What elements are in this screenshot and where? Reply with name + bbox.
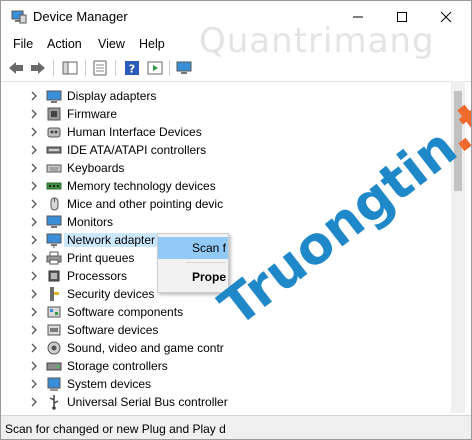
console-tree-icon xyxy=(62,61,78,75)
hid-icon xyxy=(47,127,61,138)
chevron-right-icon[interactable] xyxy=(29,216,39,228)
forward-button[interactable] xyxy=(29,59,47,77)
chevron-right-icon[interactable] xyxy=(29,306,39,318)
toolbar-separator xyxy=(53,60,54,76)
menu-help[interactable]: Help xyxy=(139,37,165,51)
scan-item-label: Scan f xyxy=(192,241,227,255)
toolbar-separator xyxy=(115,60,116,76)
chevron-right-icon[interactable] xyxy=(29,234,39,246)
tree-item-display-adapters[interactable]: Display adapters xyxy=(1,87,453,105)
tree-item-firmware[interactable]: Firmware xyxy=(1,105,453,123)
tree-item-storage-controllers[interactable]: Storage controllers xyxy=(1,357,453,375)
tree-item-label: Storage controllers xyxy=(67,359,168,373)
menu-file[interactable]: File xyxy=(13,37,33,51)
tree-item-label: Print queues xyxy=(67,251,135,265)
chevron-right-icon[interactable] xyxy=(29,90,39,102)
system-device-icon xyxy=(47,377,61,391)
monitor-icon xyxy=(46,215,62,228)
tree-item-label: Firmware xyxy=(67,107,117,121)
chevron-right-icon[interactable] xyxy=(29,396,39,408)
tree-item-label: Processors xyxy=(67,269,128,283)
help-icon: ? xyxy=(125,61,139,76)
ide-controller-icon xyxy=(46,146,62,154)
tree-item-label: Memory technology devices xyxy=(67,179,216,193)
tree-item-label: System devices xyxy=(67,377,152,391)
scan-monitor-icon xyxy=(176,61,192,74)
usb-icon xyxy=(49,395,59,410)
chevron-right-icon[interactable] xyxy=(29,144,39,156)
back-button[interactable] xyxy=(7,59,25,77)
chevron-right-icon[interactable] xyxy=(29,360,39,372)
tree-item-label: Sound, video and game contr xyxy=(67,341,224,355)
properties-icon xyxy=(93,60,107,76)
quantrimang-watermark: Quantrimang xyxy=(199,21,435,61)
chevron-right-icon[interactable] xyxy=(29,378,39,390)
chevron-right-icon[interactable] xyxy=(29,108,39,120)
context-menu-separator xyxy=(186,262,226,263)
tree-item-label: Network adapter xyxy=(64,233,159,247)
scan-hardware-button[interactable] xyxy=(176,59,194,77)
svg-text:?: ? xyxy=(129,63,135,76)
chevron-right-icon[interactable] xyxy=(29,252,39,264)
tree-item-software-devices[interactable]: Software devices xyxy=(1,321,453,339)
menu-view[interactable]: View xyxy=(98,37,125,51)
close-icon xyxy=(440,11,452,23)
tree-item-sound-video-and-game-contr[interactable]: Sound, video and game contr xyxy=(1,339,453,357)
tree-item-label: Software devices xyxy=(67,323,159,337)
tree-item-label: IDE ATA/ATAPI controllers xyxy=(67,143,207,157)
toolbar-separator xyxy=(169,60,170,76)
firmware-icon xyxy=(47,107,61,121)
menu-action[interactable]: Action xyxy=(47,37,82,51)
tree-item-label: Display adapters xyxy=(67,89,157,103)
display-adapter-icon xyxy=(46,90,62,103)
action-pane-button[interactable] xyxy=(146,59,164,77)
tree-item-label: Universal Serial Bus controller xyxy=(67,395,228,409)
sound-icon xyxy=(47,341,61,355)
software-component-icon xyxy=(47,306,61,318)
back-arrow-icon xyxy=(9,62,23,74)
device-manager-window: Device Manager File Action View Help ? D… xyxy=(0,0,472,440)
tree-item-label: Software components xyxy=(67,305,184,319)
chevron-right-icon[interactable] xyxy=(29,198,39,210)
chevron-right-icon[interactable] xyxy=(29,342,39,354)
processor-icon xyxy=(48,270,60,282)
tree-item-label: Security devices xyxy=(67,287,155,301)
printer-icon xyxy=(46,251,62,265)
network-adapter-icon xyxy=(46,233,62,248)
toolbar-separator xyxy=(85,60,86,76)
memory-icon xyxy=(46,182,62,190)
chevron-right-icon[interactable] xyxy=(29,180,39,192)
mouse-icon xyxy=(50,197,59,211)
help-button[interactable]: ? xyxy=(123,59,141,77)
tree-item-label: Keyboards xyxy=(67,161,125,175)
security-device-icon xyxy=(50,287,59,301)
software-device-icon xyxy=(47,324,61,336)
window-title: Device Manager xyxy=(33,9,128,24)
tree-item-label: Human Interface Devices xyxy=(67,125,202,139)
chevron-right-icon[interactable] xyxy=(29,324,39,336)
chevron-right-icon[interactable] xyxy=(29,162,39,174)
status-text: Scan for changed or new Plug and Play d xyxy=(5,422,226,436)
forward-arrow-icon xyxy=(31,62,45,74)
tree-item-label: Monitors xyxy=(67,215,114,229)
action-pane-icon xyxy=(147,61,163,75)
device-manager-icon xyxy=(11,10,27,24)
status-bar: Scan for changed or new Plug and Play d xyxy=(1,415,471,439)
chevron-right-icon[interactable] xyxy=(29,270,39,282)
tree-item-label: Mice and other pointing devic xyxy=(67,197,224,211)
show-hide-console-tree-button[interactable] xyxy=(61,59,79,77)
properties-button[interactable] xyxy=(91,59,109,77)
storage-controller-icon xyxy=(46,362,62,371)
keyboard-icon xyxy=(46,164,62,173)
tree-item-universal-serial-bus-controller[interactable]: Universal Serial Bus controller xyxy=(1,393,453,411)
chevron-right-icon[interactable] xyxy=(29,126,39,138)
tree-item-system-devices[interactable]: System devices xyxy=(1,375,453,393)
context-menu-scan-item[interactable]: Scan f xyxy=(158,237,228,259)
chevron-right-icon[interactable] xyxy=(29,288,39,300)
tree-item-human-interface-devices[interactable]: Human Interface Devices xyxy=(1,123,453,141)
